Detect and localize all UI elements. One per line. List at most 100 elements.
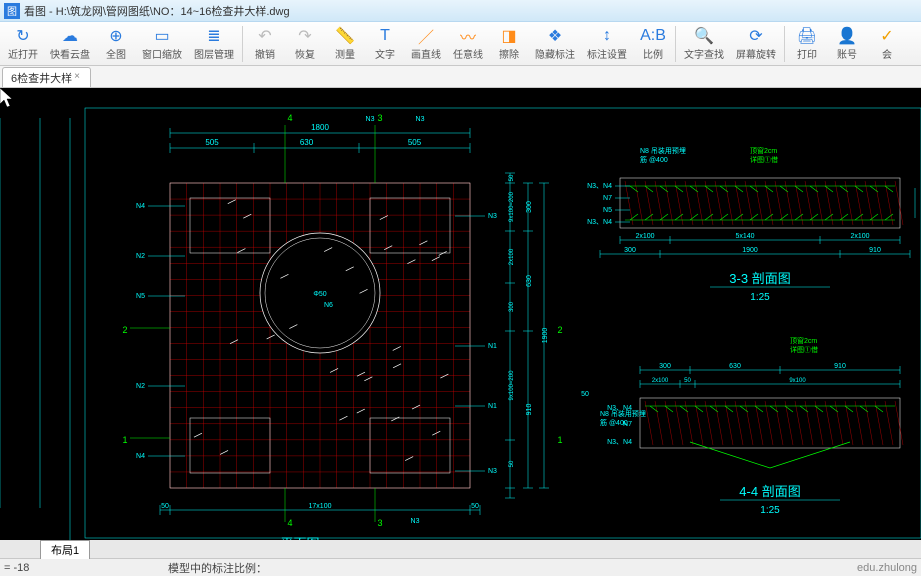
window-zoom-icon: ▭ [151, 26, 173, 46]
drawing-canvas[interactable]: Φ50N6505630505180043N3N35017x1005043N3N4… [0, 88, 921, 540]
text-search-icon: 🔍 [693, 26, 715, 46]
svg-text:1900: 1900 [742, 247, 758, 254]
eraser-button[interactable]: ◨擦除 [489, 23, 529, 65]
svg-text:9x100=200: 9x100=200 [509, 191, 515, 222]
svg-text:2x100: 2x100 [509, 248, 515, 265]
svg-text:N3、N4: N3、N4 [607, 405, 632, 412]
dim-settings-icon: ↕ [596, 26, 618, 46]
window-zoom-button[interactable]: ▭窗口缩放 [136, 23, 188, 65]
watermark: edu.zhulong [857, 562, 917, 574]
window-title: 看图 - H:\筑龙网\管网图纸\NO：14~16检查井大样.dwg [24, 3, 290, 19]
svg-text:4-4 剖面图: 4-4 剖面图 [739, 484, 800, 499]
svg-text:50: 50 [684, 378, 691, 384]
app-icon: 图 [4, 3, 20, 19]
toolbar-label: 画直线 [411, 46, 441, 61]
svg-text:N3、N4: N3、N4 [587, 219, 612, 226]
svg-text:17x100: 17x100 [309, 503, 332, 510]
toolbar-label: 文字查找 [684, 46, 724, 61]
measure-button[interactable]: 📏测量 [325, 23, 365, 65]
undo-icon: ↶ [254, 26, 276, 46]
text-search-button[interactable]: 🔍文字查找 [678, 23, 730, 65]
toolbar-label: 恢复 [295, 46, 315, 61]
toolbar-label: 标注设置 [587, 46, 627, 61]
member-button[interactable]: ✓会 [867, 23, 907, 65]
svg-text:N3: N3 [488, 468, 497, 475]
svg-text:910: 910 [834, 363, 846, 370]
close-tab-icon[interactable]: × [74, 71, 86, 83]
main-toolbar: ↻近打开☁快看云盘⊕全图▭窗口缩放≣图层管理↶撤销↷恢复📏测量T文字／画直线〰任… [0, 22, 921, 66]
svg-text:1:25: 1:25 [760, 505, 780, 516]
svg-text:50: 50 [471, 503, 479, 510]
svg-text:5x140: 5x140 [735, 233, 754, 240]
eraser-icon: ◨ [498, 26, 520, 46]
svg-text:9x100=200: 9x100=200 [509, 370, 515, 401]
print-button[interactable]: 🖨打印 [787, 23, 827, 65]
svg-text:300: 300 [624, 247, 636, 254]
account-button[interactable]: 👤账号 [827, 23, 867, 65]
redo-icon: ↷ [294, 26, 316, 46]
svg-text:N4: N4 [136, 203, 145, 210]
rotate-button[interactable]: ⟳屏幕旋转 [730, 23, 782, 65]
svg-text:N3: N3 [416, 116, 425, 123]
svg-text:N3、N4: N3、N4 [587, 183, 612, 190]
svg-text:N3、N4: N3、N4 [607, 439, 632, 446]
cloud-button[interactable]: ☁快看云盘 [44, 23, 96, 65]
svg-text:详图①借: 详图①借 [750, 155, 778, 164]
layout-tab-bar: 布局1 [0, 540, 921, 558]
undo-button[interactable]: ↶撤销 [245, 23, 285, 65]
redo-button[interactable]: ↷恢复 [285, 23, 325, 65]
svg-text:N8 吊装用预埋: N8 吊装用预埋 [640, 146, 686, 155]
toolbar-label: 文字 [375, 46, 395, 61]
dim-settings-button[interactable]: ↕标注设置 [581, 23, 633, 65]
layer-mgr-button[interactable]: ≣图层管理 [188, 23, 240, 65]
toolbar-separator [675, 26, 676, 62]
svg-text:图: 图 [7, 6, 17, 18]
line-icon: ／ [415, 26, 437, 46]
svg-text:3: 3 [377, 113, 382, 123]
svg-text:2x100: 2x100 [652, 378, 669, 384]
toolbar-label: 账号 [837, 46, 857, 61]
file-tab[interactable]: 6检查井大样 × [2, 67, 91, 87]
svg-text:N5: N5 [136, 293, 145, 300]
svg-text:50: 50 [581, 391, 589, 398]
hide-dim-button[interactable]: ❖隐藏标注 [529, 23, 581, 65]
svg-text:N3: N3 [488, 213, 497, 220]
polyline-button[interactable]: 〰任意线 [447, 23, 489, 65]
full-view-button[interactable]: ⊕全图 [96, 23, 136, 65]
svg-text:N7: N7 [603, 195, 612, 202]
status-coords: = -18 [0, 562, 160, 574]
svg-text:910: 910 [869, 247, 881, 254]
print-icon: 🖨 [796, 26, 818, 46]
member-icon: ✓ [876, 26, 898, 46]
measure-icon: 📏 [334, 26, 356, 46]
cloud-icon: ☁ [59, 26, 81, 46]
status-scale-label: 模型中的标注比例： [160, 560, 267, 576]
toolbar-separator [242, 26, 243, 62]
svg-text:9x100: 9x100 [789, 378, 806, 384]
recent-open-button[interactable]: ↻近打开 [2, 23, 44, 65]
svg-text:4: 4 [287, 518, 292, 528]
text-button[interactable]: T文字 [365, 23, 405, 65]
layout-tab[interactable]: 布局1 [40, 540, 90, 559]
line-button[interactable]: ／画直线 [405, 23, 447, 65]
toolbar-label: 全图 [106, 46, 126, 61]
svg-text:1:25: 1:25 [750, 292, 770, 303]
svg-text:1900: 1900 [542, 328, 549, 344]
svg-text:2x100: 2x100 [635, 233, 654, 240]
svg-text:N1: N1 [488, 343, 497, 350]
svg-text:1800: 1800 [311, 123, 329, 132]
svg-text:630: 630 [526, 275, 533, 287]
toolbar-label: 屏幕旋转 [736, 46, 776, 61]
svg-text:顶窗2cm: 顶窗2cm [790, 336, 817, 345]
svg-text:300: 300 [509, 301, 515, 312]
svg-text:50: 50 [509, 174, 515, 181]
layer-mgr-icon: ≣ [203, 26, 225, 46]
svg-text:详图①借: 详图①借 [790, 345, 818, 354]
scale-button[interactable]: A:B比例 [633, 23, 673, 65]
toolbar-separator [784, 26, 785, 62]
recent-open-icon: ↻ [12, 26, 34, 46]
svg-text:平面图: 平面图 [280, 536, 319, 540]
svg-text:910: 910 [526, 404, 533, 416]
svg-text:N3: N3 [366, 116, 375, 123]
svg-text:N5: N5 [603, 207, 612, 214]
